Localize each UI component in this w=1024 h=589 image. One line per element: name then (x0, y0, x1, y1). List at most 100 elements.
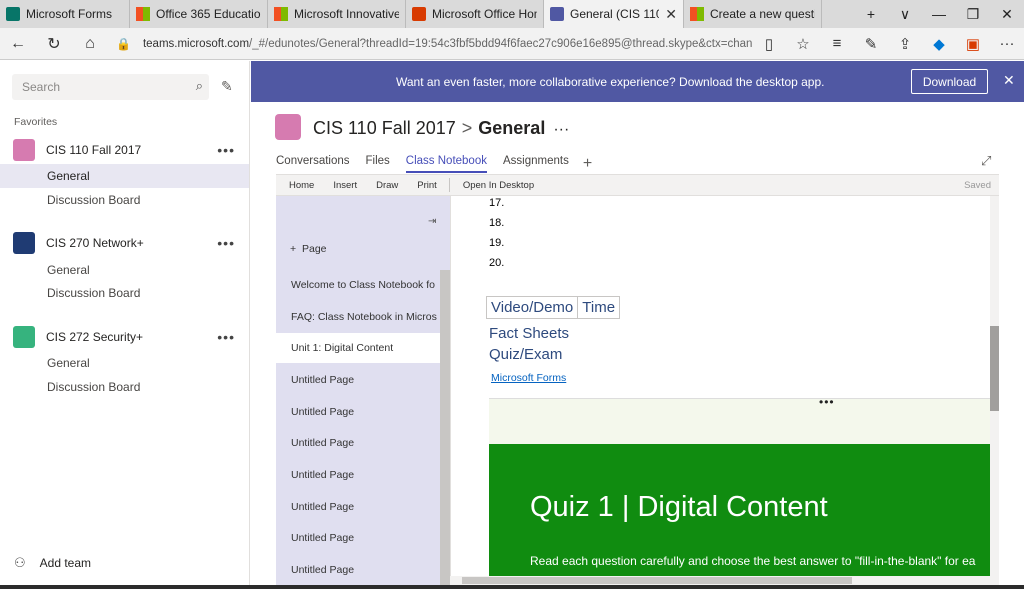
list-number: 20. (489, 257, 505, 269)
tab-files[interactable]: Files (366, 155, 390, 173)
quiz-description: Read each question carefully and choose … (530, 554, 976, 568)
url-field[interactable]: 🔒 teams.microsoft.com/_#/edunotes/Genera… (116, 37, 752, 51)
team-cis110[interactable]: CIS 110 Fall 2017 ••• (0, 137, 249, 163)
scrollbar-thumb[interactable] (990, 326, 999, 411)
home-icon[interactable]: ⌂ (72, 35, 108, 53)
channel-general[interactable]: General (0, 164, 249, 188)
close-icon[interactable]: ✕ (1003, 72, 1015, 89)
channel-general[interactable]: General (0, 258, 249, 282)
address-bar: ← ↻ ⌂ 🔒 teams.microsoft.com/_#/edunotes/… (0, 28, 1024, 60)
channel-discussion-board[interactable]: Discussion Board (0, 281, 249, 305)
ribbon-insert[interactable]: Insert (333, 180, 357, 191)
canvas-vertical-scrollbar[interactable] (990, 196, 999, 576)
page-item[interactable]: Untitled Page (276, 428, 440, 458)
hub-icon[interactable]: ≡ (820, 35, 854, 52)
banner-message: Want an even faster, more collaborative … (396, 75, 825, 89)
browser-tab-bar: Microsoft Forms Office 365 Education Ec … (0, 0, 1024, 28)
channel-tabs: Conversations Files Class Notebook Assig… (276, 155, 592, 173)
add-team-button[interactable]: ⚇ Add team (14, 555, 91, 571)
ribbon-open-in-desktop[interactable]: Open In Desktop (463, 180, 534, 191)
teams-sidebar: Search ⌕ ✎ Favorites CIS 110 Fall 2017 •… (0, 61, 250, 589)
team-avatar (13, 139, 35, 161)
search-placeholder: Search (22, 80, 61, 94)
close-window-button[interactable]: ✕ (990, 6, 1024, 23)
team-cis272[interactable]: CIS 272 Security+ ••• (0, 324, 249, 350)
browser-toolbar-icons: ▯ ☆ ≡ ✎ ⇪ ◆ ▣ ··· (752, 35, 1024, 53)
restore-button[interactable]: ❐ (956, 6, 990, 23)
url-path: /_#/edunotes/General?threadId=19:54c3fbf… (249, 37, 752, 50)
list-number: 17. (489, 197, 505, 209)
scrollbar-thumb[interactable] (462, 577, 852, 584)
note-canvas[interactable]: 17. 18. 19. 20. Video/Demo Time Fact She… (450, 196, 990, 589)
browser-tab-teams-general[interactable]: General (CIS 110 Fa ✕ (544, 0, 684, 28)
page-title: CIS 110 Fall 2017 > General ··· (313, 118, 569, 139)
browser-tab-innovative-ed[interactable]: Microsoft Innovative Ed (268, 0, 406, 28)
tab-class-notebook[interactable]: Class Notebook (405, 155, 487, 173)
microsoft-logo-icon (274, 7, 288, 21)
expand-icon[interactable]: ⤢ (981, 153, 991, 169)
add-page-button[interactable]: + Page (290, 243, 327, 255)
pin-icon[interactable]: ⇥ (428, 216, 436, 227)
page-item[interactable]: Untitled Page (276, 397, 440, 427)
tab-list-button[interactable]: ∨ (888, 6, 922, 23)
page-item[interactable]: Untitled Page (276, 523, 440, 553)
compose-icon[interactable]: ✎ (221, 78, 233, 95)
new-tab-button[interactable]: + (854, 6, 888, 22)
more-options-icon[interactable]: ··· (553, 121, 569, 138)
team-title[interactable]: CIS 110 Fall 2017 (313, 118, 456, 138)
add-tab-icon[interactable]: + (583, 155, 592, 173)
page-item[interactable]: Untitled Page (276, 365, 440, 395)
search-input[interactable]: Search ⌕ (12, 74, 209, 100)
tab-assignments[interactable]: Assignments (503, 155, 569, 173)
embedded-quiz[interactable]: Quiz 1 | Digital Content Read each quest… (489, 444, 990, 589)
extension-icon[interactable]: ◆ (922, 35, 956, 53)
embed-header: ••• (489, 395, 990, 444)
page-item[interactable]: Welcome to Class Notebook fo (276, 270, 440, 300)
favorite-star-icon[interactable]: ☆ (786, 35, 820, 53)
ribbon-draw[interactable]: Draw (376, 180, 398, 191)
browser-tab-forms[interactable]: Microsoft Forms (0, 0, 130, 28)
page-item-selected[interactable]: Unit 1: Digital Content (276, 333, 440, 363)
ribbon-home[interactable]: Home (289, 180, 314, 191)
browser-tab-office-home[interactable]: Microsoft Office Home (406, 0, 544, 28)
embed-menu-icon[interactable]: ••• (819, 395, 835, 409)
channel-discussion-board[interactable]: Discussion Board (0, 375, 249, 399)
team-logo (275, 114, 301, 140)
team-cis270[interactable]: CIS 270 Network+ ••• (0, 230, 249, 256)
more-options-icon[interactable]: ••• (217, 235, 235, 251)
forms-icon (6, 7, 20, 21)
channel-general[interactable]: General (0, 351, 249, 375)
share-icon[interactable]: ⇪ (888, 35, 922, 53)
add-team-icon: ⚇ (14, 555, 26, 570)
teams-icon (550, 7, 564, 21)
microsoft-forms-link[interactable]: Microsoft Forms (491, 372, 566, 384)
more-options-icon[interactable]: ••• (217, 329, 235, 345)
tab-title: Microsoft Office Home (432, 7, 537, 21)
canvas-horizontal-scrollbar[interactable] (450, 576, 999, 585)
search-icon[interactable]: ⌕ (196, 78, 203, 94)
more-options-icon[interactable]: ••• (217, 142, 235, 158)
plus-icon: + (290, 243, 297, 255)
download-button[interactable]: Download (911, 69, 988, 94)
ribbon-print[interactable]: Print (417, 180, 437, 191)
tab-conversations[interactable]: Conversations (276, 155, 350, 173)
reading-view-icon[interactable]: ▯ (752, 35, 786, 53)
page-item[interactable]: Untitled Page (276, 555, 440, 585)
more-icon[interactable]: ··· (990, 35, 1024, 52)
page-list-scrollbar[interactable] (440, 270, 450, 589)
list-number: 19. (489, 237, 505, 249)
back-icon[interactable]: ← (0, 35, 36, 53)
page-item[interactable]: FAQ: Class Notebook in Micros (276, 302, 440, 332)
browser-tab-office365-education[interactable]: Office 365 Education Ec (130, 0, 268, 28)
web-note-icon[interactable]: ✎ (854, 35, 888, 53)
table-cell: Video/Demo (487, 297, 579, 318)
browser-tab-create-question[interactable]: Create a new question (684, 0, 822, 28)
refresh-icon[interactable]: ↻ (36, 34, 72, 54)
microsoft-logo-icon (690, 7, 704, 21)
office-extension-icon[interactable]: ▣ (956, 35, 990, 53)
page-item[interactable]: Untitled Page (276, 460, 440, 490)
channel-discussion-board[interactable]: Discussion Board (0, 188, 249, 212)
minimize-button[interactable]: — (922, 6, 956, 22)
page-item[interactable]: Untitled Page (276, 492, 440, 522)
close-tab-icon[interactable]: ✕ (659, 6, 677, 23)
